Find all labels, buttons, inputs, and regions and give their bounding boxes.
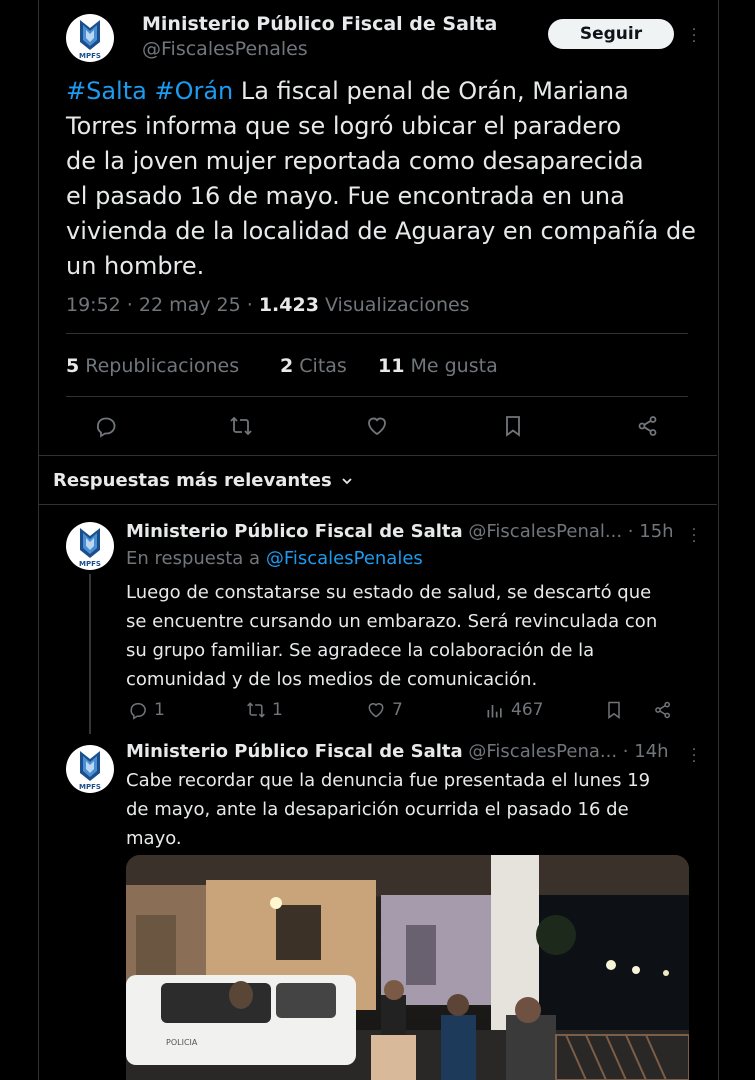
mpfs-logo-icon: MPFS bbox=[79, 751, 101, 791]
more-icon[interactable]: · · · bbox=[689, 743, 699, 769]
quotes-stat[interactable]: 2 Citas bbox=[280, 355, 347, 377]
replies-sort-dropdown[interactable]: Respuestas más relevantes bbox=[53, 470, 354, 491]
account-handle[interactable]: @FiscalesPena... bbox=[468, 741, 617, 762]
reposts-stat[interactable]: 5 Republicaciones bbox=[66, 355, 239, 377]
views-label: Visualizaciones bbox=[318, 294, 470, 316]
bookmark-icon[interactable] bbox=[604, 700, 624, 720]
follow-button[interactable]: Seguir bbox=[548, 19, 674, 49]
reply-header: Ministerio Público Fiscal de Salta @Fisc… bbox=[126, 521, 674, 542]
avatar[interactable]: MPFS bbox=[66, 522, 114, 570]
bookmark-icon[interactable] bbox=[500, 413, 526, 439]
reply-text: Cabe recordar que la denuncia fue presen… bbox=[126, 770, 651, 849]
more-icon[interactable]: · · · bbox=[689, 523, 699, 549]
svg-text:POLICIA: POLICIA bbox=[166, 1038, 198, 1047]
avatar[interactable]: MPFS bbox=[66, 745, 114, 793]
tweet-text-line: vivienda de la localidad de Aguaray en c… bbox=[66, 217, 696, 245]
reply-timestamp[interactable]: 15h bbox=[639, 521, 673, 542]
account-handle[interactable]: @FiscalesPenales bbox=[142, 38, 308, 60]
repost-icon bbox=[247, 702, 265, 718]
views-count: 467 bbox=[511, 700, 544, 720]
tweet-text-line: La fiscal penal de Orán, Mariana bbox=[233, 77, 629, 105]
likes-stat[interactable]: 11 Me gusta bbox=[378, 355, 498, 377]
hashtag-link[interactable]: #Salta bbox=[66, 77, 147, 105]
chevron-down-icon bbox=[340, 474, 354, 488]
replies-sort-label: Respuestas más relevantes bbox=[53, 470, 332, 491]
repost-count: 1 bbox=[272, 700, 283, 720]
reply-icon[interactable] bbox=[93, 413, 119, 439]
attached-photo[interactable]: POLICIA bbox=[126, 855, 689, 1080]
hashtag-link[interactable]: #Orán bbox=[154, 77, 233, 105]
account-name[interactable]: Ministerio Público Fiscal de Salta bbox=[142, 13, 497, 35]
reply-tweet[interactable]: MPFS Ministerio Público Fiscal de Salta … bbox=[0, 505, 755, 735]
repost-icon[interactable] bbox=[228, 413, 254, 439]
thread-line bbox=[89, 574, 91, 734]
tweet-text-line: el pasado 16 de mayo. Fue encontrada en … bbox=[66, 182, 625, 210]
tweet-text-line: de la joven mujer reportada como desapar… bbox=[66, 147, 644, 175]
heart-icon[interactable] bbox=[364, 413, 390, 439]
like-count: 7 bbox=[392, 700, 403, 720]
svg-text:MPFS: MPFS bbox=[79, 52, 101, 60]
repost-action[interactable]: 1 bbox=[246, 700, 283, 720]
avatar[interactable]: MPFS bbox=[66, 14, 114, 62]
mpfs-logo-icon: MPFS bbox=[79, 528, 101, 568]
svg-text:MPFS: MPFS bbox=[79, 560, 101, 568]
share-icon[interactable] bbox=[653, 700, 673, 720]
heart-icon bbox=[368, 703, 384, 718]
tweet-meta: 19:52 · 22 may 25 · 1.423 Visualizacione… bbox=[66, 294, 470, 316]
more-icon[interactable]: · · · bbox=[689, 23, 699, 49]
reply-timestamp[interactable]: 14h bbox=[634, 741, 668, 762]
svg-text:MPFS: MPFS bbox=[79, 783, 101, 791]
views-action[interactable]: 467 bbox=[485, 700, 543, 720]
reply-header: Ministerio Público Fiscal de Salta @Fisc… bbox=[126, 741, 669, 762]
divider bbox=[66, 333, 688, 334]
reply-action[interactable]: 1 bbox=[128, 700, 165, 720]
mpfs-logo-icon: MPFS bbox=[79, 20, 101, 60]
tweet-text-line: un hombre. bbox=[66, 252, 205, 280]
tweet-text: #Salta #Orán La fiscal penal de Orán, Ma… bbox=[66, 74, 706, 284]
reply-icon bbox=[130, 703, 146, 720]
main-tweet: MPFS Ministerio Público Fiscal de Salta … bbox=[0, 0, 755, 456]
reply-count: 1 bbox=[154, 700, 165, 720]
divider bbox=[38, 455, 717, 456]
in-reply-to: En respuesta a @FiscalesPenales bbox=[126, 548, 423, 569]
account-name[interactable]: Ministerio Público Fiscal de Salta bbox=[126, 521, 463, 542]
reply-tweet[interactable]: MPFS Ministerio Público Fiscal de Salta … bbox=[0, 735, 755, 1080]
views-icon bbox=[487, 705, 502, 718]
like-action[interactable]: 7 bbox=[366, 700, 403, 720]
mention-link[interactable]: @FiscalesPenales bbox=[266, 548, 423, 569]
tweet-text-line: Torres informa que se logró ubicar el pa… bbox=[66, 112, 622, 140]
account-name[interactable]: Ministerio Público Fiscal de Salta bbox=[126, 741, 463, 762]
tweet-timestamp[interactable]: 19:52 · 22 may 25 · bbox=[66, 294, 259, 316]
divider bbox=[66, 396, 688, 397]
share-icon[interactable] bbox=[635, 413, 661, 439]
views-count: 1.423 bbox=[258, 294, 319, 316]
reply-text: Luego de constatarse su estado de salud,… bbox=[126, 582, 658, 690]
account-handle[interactable]: @FiscalesPenal... bbox=[468, 521, 622, 542]
